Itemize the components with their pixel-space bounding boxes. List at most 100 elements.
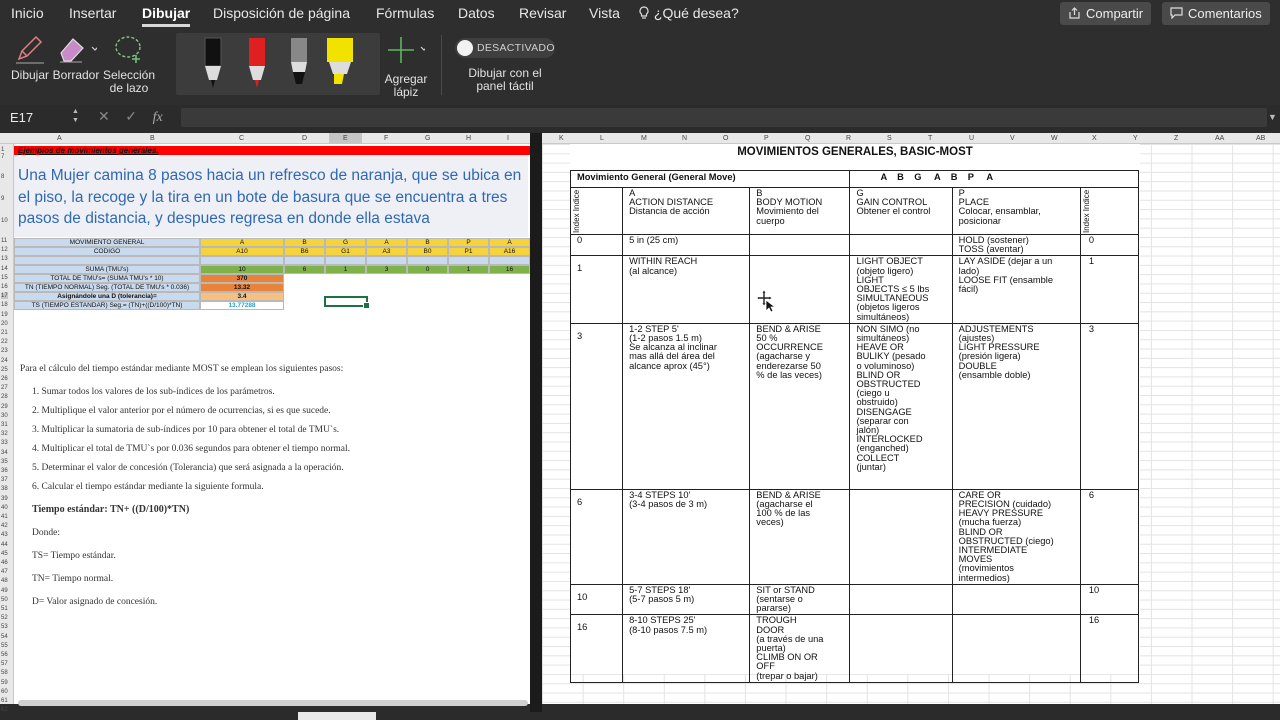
table-cell[interactable]: Asignándole una D (tolerancia)= [14,292,200,301]
row-header[interactable]: 21 [1,330,8,336]
table-cell[interactable]: G [325,238,366,247]
row-header[interactable]: 56 [1,652,8,658]
row-header[interactable]: 38 [1,486,8,492]
formula-input[interactable] [181,108,1267,127]
column-header[interactable]: L [600,133,604,144]
row-header[interactable]: 34 [1,450,8,456]
row-header[interactable]: 59 [1,680,8,686]
sheet-left-pane[interactable]: Ejemplos de movimientos generales. Una M… [14,144,530,704]
row-header[interactable]: 28 [1,394,8,400]
row-header[interactable]: 33 [1,440,8,446]
row-header[interactable]: 31 [1,422,8,428]
row-header[interactable]: 23 [1,348,8,354]
column-header[interactable]: T [928,133,932,144]
row-header[interactable]: 17 [1,293,8,300]
table-cell[interactable]: SUMA (TMU's) [14,265,200,274]
column-header[interactable]: H [466,133,471,144]
column-header[interactable]: K [559,133,564,144]
name-box[interactable]: E17 [10,110,33,125]
menu-formulas[interactable]: Fórmulas [376,5,434,21]
table-cell[interactable] [200,256,284,265]
column-header[interactable]: U [969,133,974,144]
search-tell-me[interactable]: ¿Qué desea? [638,5,739,21]
selected-cell-e17[interactable] [324,296,370,309]
table-cell[interactable]: A [489,238,530,247]
menu-datos[interactable]: Datos [458,5,495,21]
column-header[interactable]: I [507,133,509,144]
column-header[interactable]: Q [805,133,810,144]
row-header[interactable]: 50 [1,597,8,603]
row-header[interactable]: 25 [1,367,8,373]
column-header[interactable]: E [329,133,362,144]
row-header[interactable]: 51 [1,606,8,612]
row-header[interactable]: 57 [1,661,8,667]
row-header[interactable]: 29 [1,404,8,410]
table-cell[interactable]: P [448,238,489,247]
column-header[interactable]: F [384,133,388,144]
column-header[interactable]: Z [1174,133,1178,144]
row-header[interactable]: 1 [1,147,4,153]
draw-button[interactable]: Dibujar [10,33,50,82]
row-header[interactable]: 44 [1,542,8,548]
table-cell[interactable]: A10 [200,247,284,256]
row-header[interactable]: 35 [1,459,8,465]
comments-button[interactable]: Comentarios [1162,2,1270,25]
row-header[interactable]: 22 [1,339,8,345]
most-reference-image[interactable]: MOVIMIENTOS GENERALES, BASIC-MOST Movimi… [569,144,1140,683]
table-cell[interactable]: TOTAL DE TMU's= (SUMA TMU's * 10) [14,274,200,283]
sheet-tab-active[interactable] [298,712,376,720]
row-header[interactable]: 14 [1,266,8,272]
table-cell[interactable]: B6 [284,247,325,256]
row-header[interactable]: 36 [1,468,8,474]
table-cell[interactable]: 0 [407,265,448,274]
table-cell[interactable]: A16 [489,247,530,256]
row-header[interactable]: 48 [1,578,8,584]
row-header[interactable]: 18 [1,302,8,308]
fx-icon[interactable]: fx [153,110,163,125]
pen-gray-icon[interactable] [286,36,312,92]
table-cell[interactable]: G1 [325,247,366,256]
column-header[interactable]: A [57,133,62,144]
table-cell[interactable]: 3 [366,265,407,274]
column-header[interactable]: C [239,133,244,144]
table-cell[interactable]: B0 [407,247,448,256]
row-header[interactable]: 19 [1,312,8,318]
row-header[interactable]: 11 [1,238,7,244]
table-cell[interactable] [407,256,448,265]
row-header[interactable]: 16 [1,284,8,290]
menu-vista[interactable]: Vista [589,5,620,21]
lasso-button[interactable]: Selección de lazo [102,33,156,95]
row-header[interactable]: 45 [1,551,8,557]
row-header[interactable]: 42 [1,523,8,529]
pane-divider[interactable] [530,133,542,712]
row-header[interactable]: 43 [1,532,8,538]
column-header[interactable]: R [846,133,851,144]
menu-disposicion[interactable]: Disposición de página [213,5,350,21]
row-header[interactable]: 32 [1,431,8,437]
row-header[interactable]: 52 [1,615,8,621]
table-cell[interactable]: 1 [325,265,366,274]
row-header[interactable]: 39 [1,496,8,502]
row-header[interactable]: 10 [1,218,8,224]
column-header[interactable]: D [302,133,307,144]
row-header[interactable]: 47 [1,569,8,575]
row-header[interactable]: 40 [1,505,8,511]
row-header[interactable]: 20 [1,321,8,327]
column-header[interactable]: AB [1256,133,1265,144]
table-cell[interactable]: 3.4 [200,292,284,301]
row-header[interactable]: 46 [1,560,8,566]
row-header[interactable]: 12 [1,247,8,253]
table-cell[interactable] [448,256,489,265]
row-header[interactable]: 9 [1,196,4,202]
row-header[interactable]: 30 [1,413,8,419]
column-header[interactable]: G [425,133,430,144]
table-cell[interactable]: 16 [489,265,530,274]
row-header[interactable]: 15 [1,275,8,281]
row-header[interactable]: 53 [1,624,8,630]
row-header[interactable]: 24 [1,358,8,364]
column-header[interactable]: S [887,133,892,144]
table-cell[interactable] [325,256,366,265]
table-cell[interactable]: A [366,238,407,247]
row-header[interactable]: 58 [1,670,8,676]
row-header[interactable]: 41 [1,514,8,520]
